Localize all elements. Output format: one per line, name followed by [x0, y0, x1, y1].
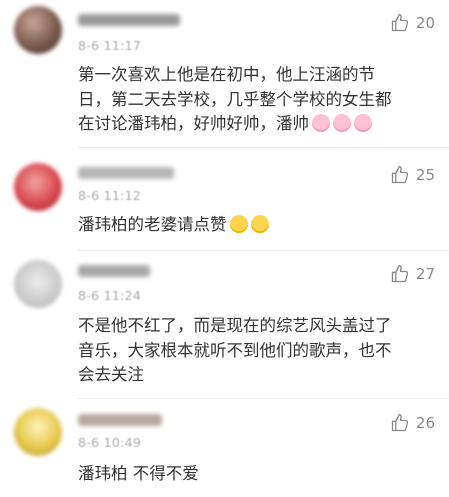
pig-face-emoji — [312, 114, 330, 132]
thumbs-up-icon — [391, 14, 409, 32]
username[interactable] — [78, 14, 180, 26]
like-count: 27 — [415, 265, 435, 283]
comment-date: 8-6 11:17 — [78, 38, 142, 53]
divider — [78, 147, 449, 148]
comment-text: 不是他不红了，而是现在的综艺风头盖过了 音乐，大家根本就听不到他们的歌声，也不 … — [78, 314, 428, 388]
comment-item: 8-6 11:12 25 潘玮柏的老婆请点赞 — [0, 155, 449, 252]
username[interactable] — [78, 167, 174, 179]
comment-text-line: 潘玮柏 不得不爱 — [78, 464, 199, 483]
divider — [78, 250, 449, 251]
fearful-face-emoji — [250, 215, 269, 233]
comment-date: 8-6 11:12 — [78, 188, 142, 203]
avatar[interactable] — [14, 163, 62, 211]
avatar[interactable] — [14, 260, 62, 308]
comment-date: 8-6 11:24 — [78, 288, 142, 303]
comment-item: 8-6 11:17 20 第一次喜欢上他是在初中，他上汪涵的节 日，第二天去学校… — [0, 0, 449, 155]
avatar[interactable] — [14, 408, 62, 456]
like-button[interactable]: 26 — [390, 413, 435, 433]
like-count: 25 — [415, 166, 435, 184]
username[interactable] — [78, 265, 150, 277]
username[interactable] — [78, 414, 162, 426]
like-button[interactable]: 20 — [390, 13, 435, 33]
comment-text-line: 日，第二天去学校，几乎整个学校的女生都 — [78, 89, 392, 109]
comment-text-line: 会去关注 — [78, 365, 144, 384]
like-button[interactable]: 27 — [390, 264, 435, 284]
comment-text: 第一次喜欢上他是在初中，他上汪涵的节 日，第二天去学校，几乎整个学校的女生都 在… — [78, 63, 428, 137]
fearful-face-emoji — [229, 215, 248, 233]
comment-text-line: 音乐，大家根本就听不到他们的歌声，也不 — [78, 340, 392, 360]
avatar[interactable] — [14, 6, 62, 54]
comment-text-line: 第一次喜欢上他是在初中，他上汪涵的节 — [78, 65, 375, 84]
comment-text: 潘玮柏的老婆请点赞 — [78, 213, 428, 238]
comment-text-line: 在讨论潘玮柏，好帅好帅，潘帅 — [78, 112, 428, 137]
like-count: 26 — [415, 414, 435, 432]
comment-item: 8-6 11:24 27 不是他不红了，而是现在的综艺风头盖过了 音乐，大家根本… — [0, 252, 449, 400]
divider — [78, 398, 449, 399]
thumbs-up-icon — [391, 166, 409, 184]
comment-item: 8-6 10:49 26 潘玮柏 不得不爱 — [0, 400, 449, 497]
comment-text: 潘玮柏 不得不爱 — [78, 462, 428, 487]
pig-face-emoji — [333, 114, 351, 132]
comment-text-line: 潘玮柏的老婆请点赞 — [78, 213, 428, 238]
thumbs-up-icon — [391, 265, 409, 283]
like-button[interactable]: 25 — [390, 165, 435, 185]
comment-text-line: 不是他不红了，而是现在的综艺风头盖过了 — [78, 316, 392, 335]
thumbs-up-icon — [391, 414, 409, 432]
comment-date: 8-6 10:49 — [78, 435, 142, 450]
like-count: 20 — [415, 14, 435, 32]
pig-face-emoji — [354, 114, 372, 132]
